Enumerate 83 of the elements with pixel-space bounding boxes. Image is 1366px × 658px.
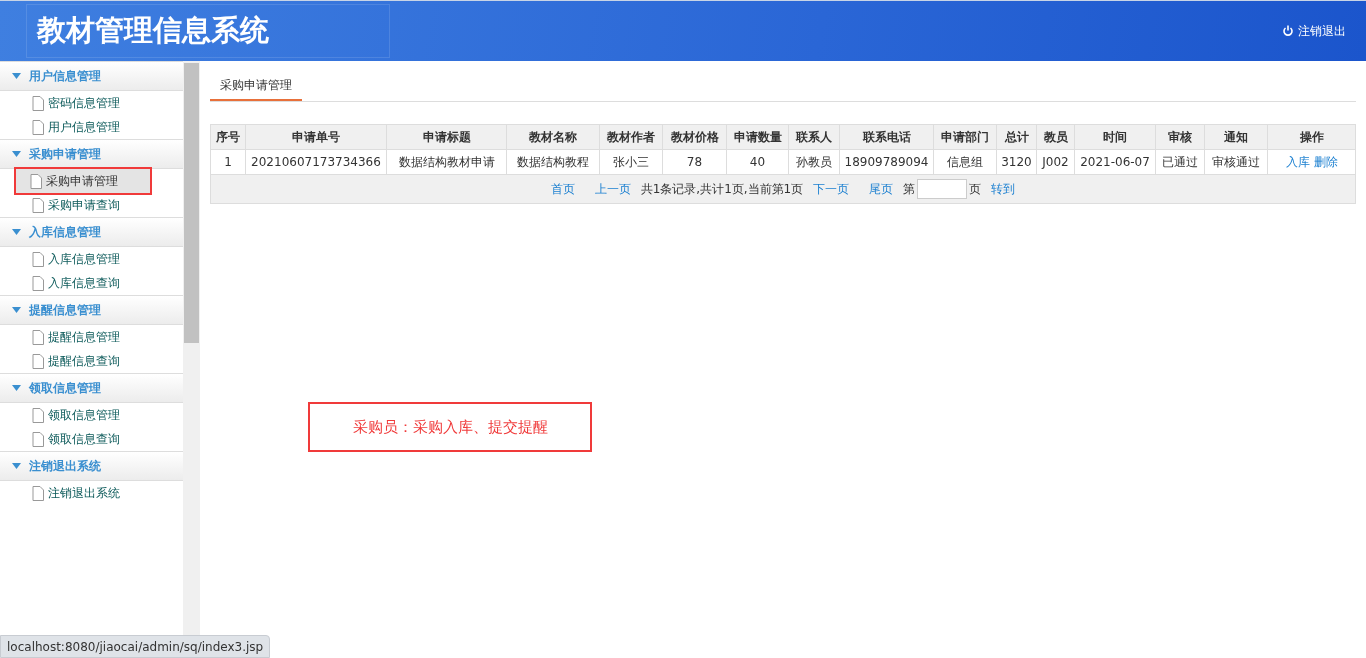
system-title: 教材管理信息系统: [37, 12, 269, 49]
column-header: 联系电话: [839, 124, 934, 150]
menu-group-header[interactable]: 注销退出系统: [0, 451, 183, 481]
action-link[interactable]: 删除: [1313, 154, 1338, 169]
pager-text: 共1条记录,共计1页,当前第1页: [640, 180, 804, 198]
column-header: 总计: [996, 124, 1037, 150]
column-header: 申请单号: [245, 124, 387, 150]
document-icon: [32, 431, 44, 447]
pager-link[interactable]: 下一页: [813, 180, 850, 198]
table-cell: 2021-06-07: [1074, 149, 1156, 175]
menu-item[interactable]: 注销退出系统: [0, 481, 183, 505]
column-header: 时间: [1074, 124, 1156, 150]
pager-text: 页: [969, 180, 982, 198]
triangle-icon: [12, 151, 21, 157]
logout-link[interactable]: 注销退出: [1282, 22, 1346, 40]
column-header: 教材名称: [506, 124, 600, 150]
menu-group-header[interactable]: 采购申请管理: [0, 139, 183, 169]
annotation-note: 采购员：采购入库、提交提醒: [308, 402, 592, 452]
status-url: localhost:8080/jiaocai/admin/sq/index3.jsp: [0, 635, 271, 658]
triangle-icon: [12, 73, 21, 79]
menu-item[interactable]: 采购申请管理: [16, 169, 150, 193]
table-cell: J002: [1036, 149, 1075, 175]
menu-group-header[interactable]: 提醒信息管理: [0, 295, 183, 325]
scrollbar[interactable]: [183, 61, 200, 636]
pager-link[interactable]: 转到: [991, 180, 1016, 198]
table-cell: 数据结构教材申请: [386, 149, 507, 175]
action-link[interactable]: 入库: [1285, 154, 1310, 169]
column-header: 通知: [1204, 124, 1268, 150]
column-header: 联系人: [788, 124, 840, 150]
menu-item[interactable]: 采购申请查询: [0, 193, 183, 217]
table-cell: 20210607173734366: [245, 149, 387, 175]
document-icon: [32, 251, 44, 267]
table-cell: 已通过: [1155, 149, 1205, 175]
table-cell: 18909789094: [839, 149, 934, 175]
table-cell: 审核通过: [1204, 149, 1268, 175]
document-icon: [32, 119, 44, 135]
document-icon: [32, 275, 44, 291]
table-cell: 3120: [996, 149, 1037, 175]
page-number-field[interactable]: [917, 179, 968, 199]
document-icon: [32, 353, 44, 369]
menu-group-header[interactable]: 用户信息管理: [0, 61, 183, 91]
pager-link[interactable]: 尾页: [869, 180, 894, 198]
menu-item[interactable]: 提醒信息管理: [0, 325, 183, 349]
table-cell: 40: [726, 149, 789, 175]
table-cell: 78: [662, 149, 727, 175]
column-header: 序号: [210, 124, 246, 150]
tab[interactable]: 采购申请管理: [210, 73, 302, 101]
column-header: 教员: [1036, 124, 1075, 150]
menu-group-header[interactable]: 领取信息管理: [0, 373, 183, 403]
document-icon: [32, 95, 44, 111]
table-cell: 1: [210, 149, 246, 175]
pager-text: 第: [903, 180, 916, 198]
column-header: 申请部门: [933, 124, 997, 150]
menu-item[interactable]: 用户信息管理: [0, 115, 183, 139]
triangle-icon: [12, 229, 21, 235]
document-icon: [32, 407, 44, 423]
column-header: 审核: [1155, 124, 1205, 150]
menu-item[interactable]: 入库信息管理: [0, 247, 183, 271]
menu-item[interactable]: 提醒信息查询: [0, 349, 183, 373]
table-cell: 数据结构教程: [506, 149, 600, 175]
menu-group-header[interactable]: 入库信息管理: [0, 217, 183, 247]
document-icon: [32, 485, 44, 501]
menu-item[interactable]: 领取信息管理: [0, 403, 183, 427]
power-icon: [1282, 25, 1294, 37]
triangle-icon: [12, 385, 21, 391]
triangle-icon: [12, 463, 21, 469]
menu-item[interactable]: 入库信息查询: [0, 271, 183, 295]
column-header: 教材作者: [599, 124, 663, 150]
menu-item[interactable]: 密码信息管理: [0, 91, 183, 115]
document-icon: [32, 197, 44, 213]
document-icon: [30, 173, 42, 189]
column-header: 申请标题: [386, 124, 507, 150]
pager-link[interactable]: 上一页: [594, 180, 631, 198]
table-cell: 张小三: [599, 149, 663, 175]
menu-item[interactable]: 领取信息查询: [0, 427, 183, 451]
column-header: 操作: [1267, 124, 1356, 150]
document-icon: [32, 329, 44, 345]
table-cell: 信息组: [933, 149, 997, 175]
column-header: 申请数量: [726, 124, 789, 150]
pager-link[interactable]: 首页: [550, 180, 575, 198]
table-cell: 孙教员: [788, 149, 840, 175]
triangle-icon: [12, 307, 21, 313]
column-header: 教材价格: [662, 124, 727, 150]
